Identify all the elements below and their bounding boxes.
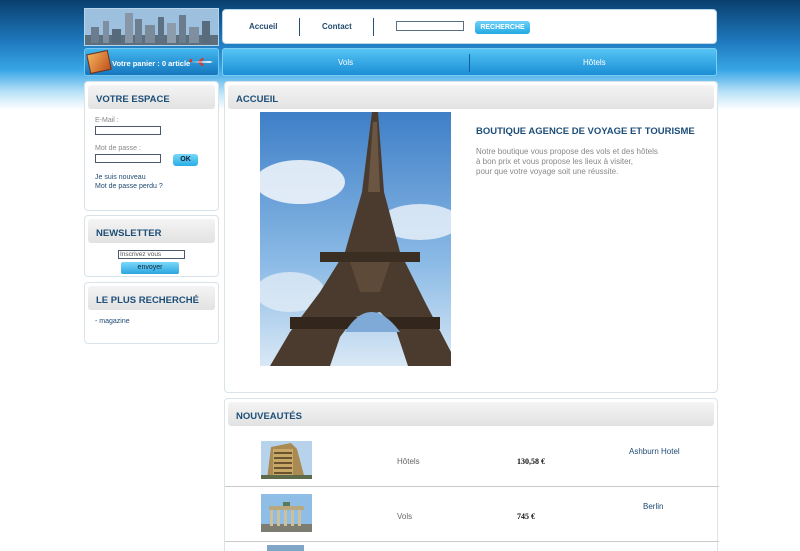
product-row[interactable]: Vols 745 € Berlin [225,488,719,542]
bar-divider [469,54,470,72]
top-navigation: Accueil Contact RECHERCHE [222,9,717,44]
product-price: 130,58 € [517,457,545,466]
next-product-thumbnail[interactable] [267,545,304,551]
product-name-link[interactable]: Berlin [643,502,663,511]
nav-accueil[interactable]: Accueil [249,22,277,31]
password-label: Mot de passe : [95,145,141,152]
newsletter-box: NEWSLETTER Inscrivez vous envoyer [84,215,219,277]
berlin-thumbnail[interactable] [261,494,312,532]
product-name-link[interactable]: Ashburn Hotel [629,447,680,456]
bar-link-hotels[interactable]: Hôtels [583,58,606,67]
cart-bar[interactable]: Votre panier : 0 article [84,48,219,76]
city-skyline-image [85,9,218,45]
nouveautes-box: NOUVEAUTÉS Hôtels 130,58 € Ashburn Hotel [224,398,719,551]
email-field[interactable] [95,126,161,135]
accueil-title: ACCUEIL [228,85,714,109]
lost-password-link[interactable]: Mot de passe perdu ? [95,183,163,190]
newsletter-email-input[interactable]: Inscrivez vous [118,250,185,259]
accueil-box: ACCUEIL BOUTIQUE AGENCE DE VOYAGE ET TOU [224,81,718,393]
new-account-link[interactable]: Je suis nouveau [95,174,146,181]
newsletter-send-button[interactable]: envoyer [121,262,179,274]
product-price: 745 € [517,512,535,521]
category-bar: Vols Hôtels [222,48,717,76]
intro-line: Notre boutique vous propose des vols et … [476,147,658,156]
nav-divider [299,18,300,36]
eiffel-tower-image [260,112,451,366]
agency-heading: BOUTIQUE AGENCE DE VOYAGE ET TOURISME [476,126,695,137]
nouveautes-title: NOUVEAUTÉS [228,402,714,426]
airplane-icon [189,58,213,66]
votre-espace-title: VOTRE ESPACE [88,85,215,109]
product-category: Vols [397,512,413,521]
product-category: Hôtels [397,457,420,466]
password-field[interactable] [95,154,161,163]
search-input[interactable] [396,21,464,31]
intro-line: pour que votre voyage soit une réussite. [476,167,619,176]
newsletter-title: NEWSLETTER [88,219,215,243]
book-icon [86,49,112,75]
intro-line: à bon prix et vous propose les lieux à v… [476,157,633,166]
ok-button[interactable]: OK [173,154,198,166]
nav-contact[interactable]: Contact [322,22,352,31]
product-row[interactable]: Hôtels 130,58 € Ashburn Hotel [225,433,719,487]
email-label: E-Mail : [95,117,119,124]
search-button[interactable]: RECHERCHE [475,21,530,34]
votre-espace-box: VOTRE ESPACE E-Mail : Mot de passe : OK … [84,81,219,211]
popular-title: LE PLUS RECHERCHÉ [88,286,215,310]
bar-link-vols[interactable]: Vols [338,58,353,67]
popular-item-magazine[interactable]: - magazine [95,318,130,325]
cart-status: Votre panier : 0 article [112,59,191,68]
header-city-banner [84,8,219,46]
hotel-thumbnail[interactable] [261,441,312,479]
nav-divider [373,18,374,36]
popular-box: LE PLUS RECHERCHÉ - magazine [84,282,219,344]
